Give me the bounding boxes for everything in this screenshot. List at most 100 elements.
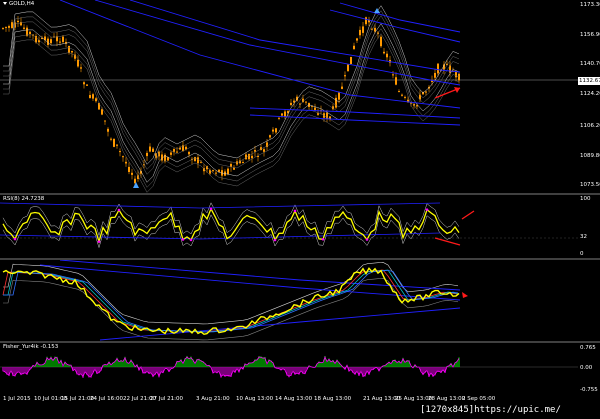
rsi-extreme-dot xyxy=(181,238,185,241)
rsi-axis-label: 100 xyxy=(580,196,591,202)
candle-body xyxy=(125,161,127,164)
envelope-line xyxy=(3,5,460,165)
candle-body xyxy=(425,91,427,93)
candle-body xyxy=(317,113,319,115)
time-axis-label: 14 Aug 13:00 xyxy=(275,396,313,402)
chart-menu-icon[interactable] xyxy=(3,2,7,5)
candle-body xyxy=(146,152,148,157)
rsi-extreme-dot xyxy=(189,238,193,242)
time-axis-label: 18 Aug 13:00 xyxy=(314,396,352,402)
candle-body xyxy=(404,96,406,98)
time-axis-label: 25 Aug 13:00 xyxy=(395,396,433,402)
oscillator-axis[interactable] xyxy=(578,260,600,341)
candle-body xyxy=(173,148,175,152)
fisher-axis[interactable]: 0.765 0.00 -0.755 xyxy=(578,343,600,396)
candle-body xyxy=(233,167,235,170)
candle-body xyxy=(356,38,358,41)
candle-body xyxy=(326,112,328,120)
rsi-axis-label: 0 xyxy=(580,251,584,257)
candle-body xyxy=(401,94,403,96)
last-price-badge: 1132.67 xyxy=(578,77,600,85)
candle-body xyxy=(350,56,352,64)
candle-body xyxy=(383,51,385,54)
candle-body xyxy=(218,169,220,172)
rsi-channel xyxy=(0,202,441,209)
candle-body xyxy=(128,166,130,173)
candle-body xyxy=(62,36,64,42)
candle-body xyxy=(104,120,106,122)
candle-body xyxy=(119,151,121,153)
oscillator-arrow xyxy=(462,292,468,298)
price-axis-label: 1140.70 xyxy=(580,60,600,67)
rsi-extreme-dot xyxy=(273,238,277,242)
candle-body xyxy=(197,157,199,164)
candle-body xyxy=(80,67,82,69)
rsi-envelope xyxy=(2,214,460,249)
candle-body xyxy=(341,86,343,89)
candle-body xyxy=(29,31,31,34)
candle-body xyxy=(365,17,367,25)
candle-body xyxy=(272,129,274,132)
candle-body xyxy=(5,26,7,28)
candle-body xyxy=(338,92,340,100)
candle-body xyxy=(92,94,94,99)
candle-body xyxy=(386,53,388,58)
fisher-pane[interactable]: Fisher_Yur4ik -0.153 xyxy=(0,343,578,396)
candle-body xyxy=(458,73,460,81)
rsi-extreme-dot xyxy=(97,240,101,243)
candle-body xyxy=(254,150,256,152)
oscillator-chart xyxy=(2,260,468,341)
candle-body xyxy=(95,98,97,102)
watermark: [1270x845]https://upic.me/ xyxy=(420,405,561,415)
candle-body xyxy=(335,97,337,108)
time-axis-label: 27 Jul 21:00 xyxy=(150,396,183,402)
candle-body xyxy=(434,72,436,78)
candle-body xyxy=(107,128,109,132)
candle-body xyxy=(113,138,115,147)
candle-body xyxy=(17,20,19,23)
candle-body xyxy=(392,74,394,76)
candle-body xyxy=(227,168,229,175)
rsi-pane[interactable]: RSI(8) 24.7238 xyxy=(0,195,578,258)
price-axis-label: 1089.80 xyxy=(580,152,600,159)
candle-body xyxy=(122,156,124,158)
rsi-arrow xyxy=(461,210,475,220)
time-axis-label: 10 Aug 13:00 xyxy=(236,396,274,402)
rsi-extreme-dot xyxy=(117,208,121,212)
candle-body xyxy=(149,146,151,152)
price-chart-pane[interactable]: GOLD,H4 xyxy=(0,0,578,193)
rsi-extreme-dot xyxy=(13,237,17,241)
candle-body xyxy=(86,84,88,86)
time-axis[interactable]: 1 Jul 2015 10 Jul 01:00 15 Jul 21:00 24 Jul… xyxy=(0,396,578,405)
rsi-axis[interactable]: 100 32 0 xyxy=(578,195,600,258)
fisher-axis-label: 0.00 xyxy=(580,365,593,371)
candle-body xyxy=(248,153,250,160)
oscillator-channel xyxy=(59,260,461,291)
candle-body xyxy=(110,138,112,140)
price-axis-label: 1106.20 xyxy=(580,123,600,130)
time-axis-label: 28 Aug 13:00 xyxy=(428,396,466,402)
oscillator-pane[interactable] xyxy=(0,260,578,341)
chart-title[interactable]: GOLD,H4 xyxy=(3,1,34,7)
candle-body xyxy=(101,109,103,115)
price-axis[interactable]: 1173.30 1156.90 1140.70 1124.20 1106.20 1089.… xyxy=(578,0,600,193)
buy-signal-arrow xyxy=(133,182,139,188)
candle-body xyxy=(152,148,154,152)
candle-body xyxy=(215,172,217,174)
price-axis-label: 1173.30 xyxy=(580,2,600,8)
trading-terminal: GOLD,H4 1173.30 1156.90 1140.70 1124.20 1106… xyxy=(0,0,600,419)
candle-body xyxy=(290,102,292,105)
candle-body xyxy=(380,36,382,47)
price-chart xyxy=(0,0,578,193)
candle-body xyxy=(176,151,178,153)
candle-body xyxy=(8,26,10,28)
candle-body xyxy=(83,82,85,85)
candle-body xyxy=(275,128,277,133)
candle-body xyxy=(305,101,307,103)
candle-body xyxy=(11,22,13,28)
candle-body xyxy=(188,151,190,155)
price-axis-label: 1124.20 xyxy=(580,90,600,97)
candle-body xyxy=(2,27,4,29)
time-axis-label: 1 Jul 2015 xyxy=(3,396,31,402)
candle-body xyxy=(269,135,271,138)
